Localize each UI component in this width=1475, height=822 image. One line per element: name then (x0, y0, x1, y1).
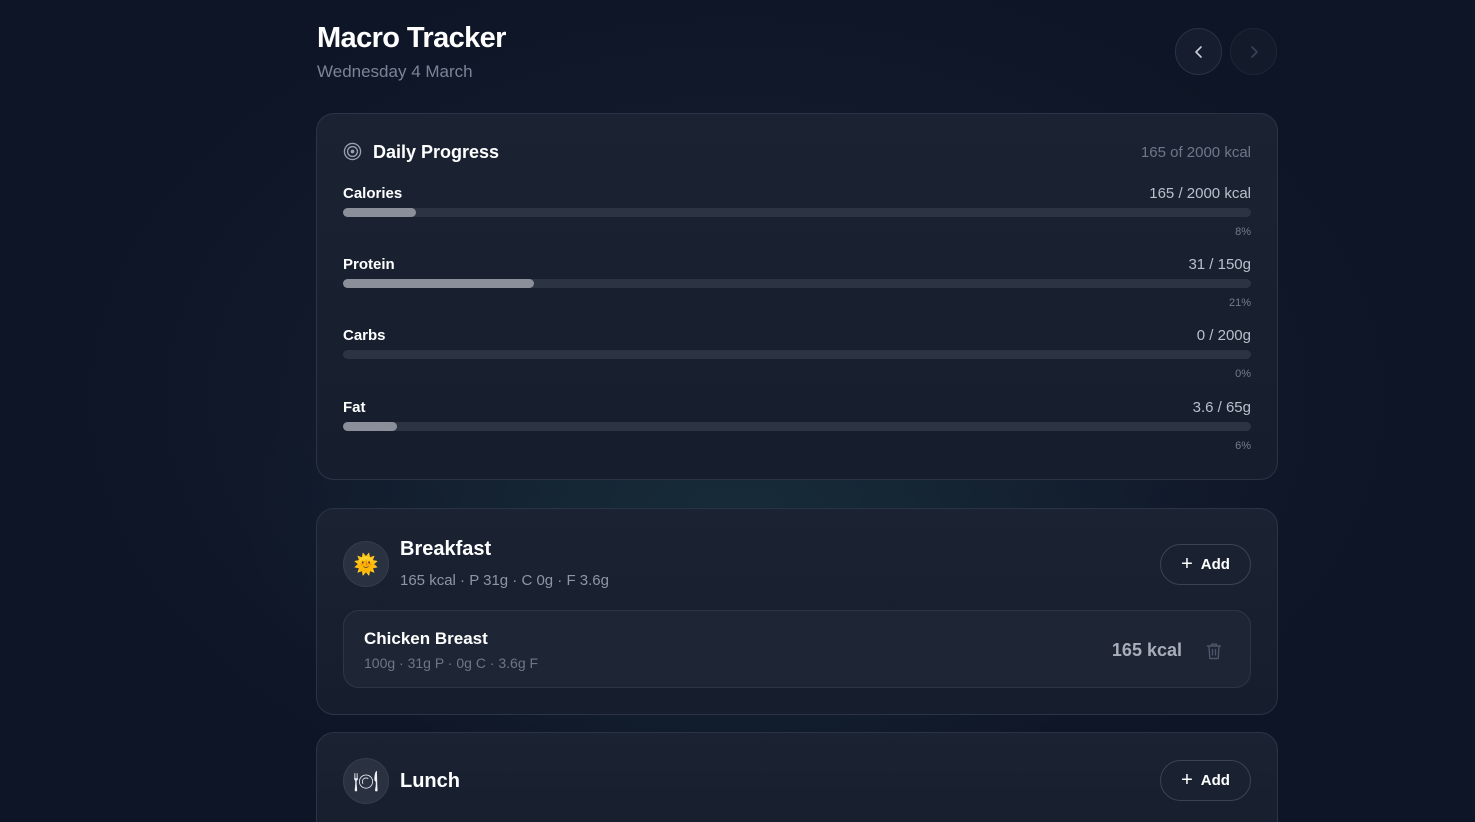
macro-name: Fat (343, 399, 366, 416)
previous-day-button[interactable] (1175, 28, 1222, 75)
food-item[interactable]: Chicken Breast 100g · 31g P · 0g C · 3.6… (343, 610, 1251, 688)
add-food-button[interactable]: + Add (1160, 544, 1251, 585)
macro-protein: Protein 31 / 150g 21% (343, 256, 1251, 316)
macro-percent: 8% (1235, 226, 1251, 238)
progress-fill (343, 279, 534, 288)
page-header: Macro Tracker Wednesday 4 March (316, 0, 1278, 113)
macro-carbs: Carbs 0 / 200g 0% (343, 327, 1251, 387)
calorie-summary: 165 of 2000 kcal (1140, 144, 1251, 161)
plus-icon: + (1181, 768, 1193, 791)
target-icon (343, 142, 362, 161)
chevron-right-icon (1250, 45, 1258, 58)
next-day-button[interactable] (1230, 28, 1277, 75)
progress-track (343, 208, 1251, 217)
progress-fill (343, 422, 398, 431)
food-name: Chicken Breast (364, 629, 488, 648)
macro-value: 31 / 150g (1188, 256, 1251, 273)
progress-fill (343, 208, 416, 217)
macro-percent: 6% (1235, 440, 1251, 452)
add-button-label: Add (1200, 556, 1230, 573)
progress-track (343, 422, 1251, 431)
daily-progress-title: Daily Progress (373, 142, 500, 162)
macro-value: 165 / 2000 kcal (1149, 185, 1251, 202)
food-details: 100g · 31g P · 0g C · 3.6g F (364, 655, 539, 671)
macro-fat: Fat 3.6 / 65g 6% (343, 399, 1251, 459)
meal-card-breakfast: 🌞 Breakfast 165 kcal · P 31g · C 0g · F … (316, 508, 1278, 715)
macro-percent: 0% (1235, 368, 1251, 380)
macro-name: Calories (343, 185, 403, 202)
macro-value: 3.6 / 65g (1192, 399, 1251, 416)
food-calories: 165 kcal (1111, 640, 1182, 660)
macro-percent: 21% (1228, 297, 1251, 309)
macro-name: Protein (343, 256, 395, 273)
page-title: Macro Tracker (317, 22, 506, 54)
daily-progress-card: Daily Progress 165 of 2000 kcal Calories… (316, 113, 1278, 480)
add-button-label: Add (1200, 772, 1230, 789)
macro-value: 0 / 200g (1196, 327, 1251, 344)
daily-progress-header: Daily Progress 165 of 2000 kcal (343, 140, 1251, 166)
progress-track (343, 279, 1251, 288)
plus-icon: + (1181, 552, 1193, 575)
plate-icon: 🍽 (343, 758, 389, 804)
add-food-button[interactable]: + Add (1160, 760, 1251, 801)
meal-title: Lunch (400, 770, 460, 792)
chevron-left-icon (1194, 45, 1202, 58)
current-date: Wednesday 4 March (317, 62, 473, 81)
macro-calories: Calories 165 / 2000 kcal 8% (343, 185, 1251, 245)
sun-icon: 🌞 (343, 541, 389, 587)
meal-title: Breakfast (400, 538, 492, 560)
trash-icon[interactable] (1206, 642, 1222, 660)
macro-name: Carbs (343, 327, 386, 344)
meal-card-lunch: 🍽 Lunch + Add (316, 732, 1278, 822)
meal-summary: 165 kcal · P 31g · C 0g · F 3.6g (400, 572, 609, 589)
app-container: Macro Tracker Wednesday 4 March Daily Pr… (316, 0, 1278, 822)
progress-track (343, 350, 1251, 359)
